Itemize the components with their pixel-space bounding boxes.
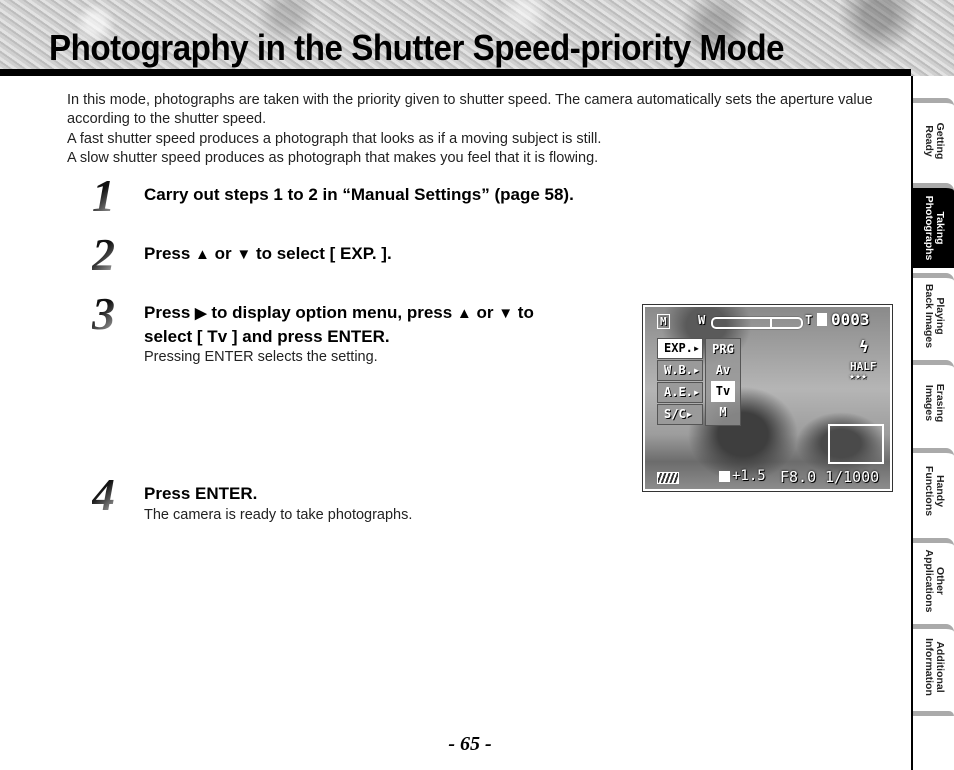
tab-handy-functions[interactable]: Handy Functions xyxy=(913,448,954,528)
tab-other-applications[interactable]: Other Applications xyxy=(913,538,954,618)
step-instruction: Carry out steps 1 to 2 in “Manual Settin… xyxy=(144,185,574,204)
tab-label: Handy Functions xyxy=(922,465,946,516)
step-number: 2 xyxy=(92,232,138,278)
tab-getting-ready[interactable]: Getting Ready xyxy=(913,98,954,178)
tab-end-divider xyxy=(913,711,954,716)
intro-paragraph: In this mode, photographs are taken with… xyxy=(67,92,873,128)
flash-icon: ϟ xyxy=(859,337,869,356)
text: or xyxy=(209,244,237,263)
header-rule xyxy=(0,69,911,76)
menu-item-exp[interactable]: EXP.▸ xyxy=(657,338,703,359)
chapter-tabs: Getting Ready Taking Photographs Playing Ba… xyxy=(913,76,954,770)
text: to select [ EXP. ]. xyxy=(251,244,392,263)
down-arrow-icon: ▼ xyxy=(236,246,252,263)
option-m[interactable]: M xyxy=(706,402,740,423)
step-number: 4 xyxy=(92,472,138,518)
af-frame xyxy=(828,424,884,464)
step-note: The camera is ready to take photographs. xyxy=(144,507,413,523)
step-instruction: Press ▲ or ▼ to select [ EXP. ]. xyxy=(144,242,392,267)
up-arrow-icon: ▲ xyxy=(195,246,210,263)
text: Press xyxy=(144,303,196,322)
quality-stars: ★★★ xyxy=(849,371,868,382)
step-note: Pressing ENTER selects the setting. xyxy=(144,349,378,365)
intro-paragraph: A slow shutter speed produces as photogr… xyxy=(67,149,599,166)
tab-label: Erasing Images xyxy=(922,383,946,422)
intro-paragraph: A fast shutter speed produces a photogra… xyxy=(67,130,602,147)
up-arrow-icon: ▲ xyxy=(456,305,472,322)
step-instruction-line2: select [ Tv ] and press ENTER. xyxy=(144,327,390,346)
tab-label: Getting Ready xyxy=(922,122,946,159)
frame-count: 0003 xyxy=(831,310,870,329)
tab-additional-information[interactable]: Additional Information xyxy=(913,624,954,704)
menu-item-wb[interactable]: W.B.▸ xyxy=(657,360,703,381)
aperture-value: F8.0 xyxy=(780,468,817,486)
camera-mode-icon: M xyxy=(657,314,670,329)
camera-lcd-screenshot: M W T 0003 ϟ HALF ★★★ EXP.▸ W.B.▸ A.E.▸ … xyxy=(642,304,893,492)
text: or xyxy=(471,303,499,322)
page-number: - 65 - xyxy=(448,733,492,755)
zoom-tele-label: T xyxy=(805,313,813,327)
tab-label: Playing Back Images xyxy=(922,283,946,348)
down-arrow-icon: ▼ xyxy=(498,305,514,322)
menu-item-sc[interactable]: S/C▸ xyxy=(657,404,703,425)
tab-label: Additional Information xyxy=(922,637,946,696)
tab-erasing-images[interactable]: Erasing Images xyxy=(913,360,954,440)
page-title: Photography in the Shutter Speed-priorit… xyxy=(49,27,785,68)
zoom-bar xyxy=(711,317,803,329)
tab-label: Other Applications xyxy=(922,548,946,613)
step-instruction: Press ▶ to display option menu, press ▲ … xyxy=(144,301,534,326)
option-av[interactable]: Av xyxy=(706,360,740,381)
option-tv[interactable]: Tv xyxy=(711,381,735,402)
exposure-options: PRG Av Tv M xyxy=(705,338,741,426)
zoom-wide-label: W xyxy=(698,313,706,327)
exposure-comp-icon xyxy=(719,471,730,482)
shutter-speed-value: 1/1000 xyxy=(825,468,880,486)
text: to display option menu, press xyxy=(206,303,457,322)
header-banner: Photography in the Shutter Speed-priorit… xyxy=(0,0,954,76)
memory-card-icon xyxy=(817,313,827,326)
text: to xyxy=(513,303,534,322)
right-arrow-icon: ▶ xyxy=(195,305,207,322)
battery-icon xyxy=(657,472,679,484)
tab-label: Taking Photographs xyxy=(922,195,946,261)
exposure-comp-value: +1.5 xyxy=(732,468,766,484)
exposure-menu: EXP.▸ W.B.▸ A.E.▸ S/C▸ xyxy=(657,338,703,426)
text: Press xyxy=(144,244,196,263)
step-number: 3 xyxy=(92,291,138,337)
tab-playing-back-images[interactable]: Playing Back Images xyxy=(913,273,954,353)
menu-item-ae[interactable]: A.E.▸ xyxy=(657,382,703,403)
step-number: 1 xyxy=(92,173,138,219)
intro-text: In this mode, photographs are taken with… xyxy=(67,91,887,168)
step-instruction: Press ENTER. xyxy=(144,484,258,503)
tab-taking-photographs[interactable]: Taking Photographs xyxy=(913,183,954,268)
option-prg[interactable]: PRG xyxy=(706,339,740,360)
